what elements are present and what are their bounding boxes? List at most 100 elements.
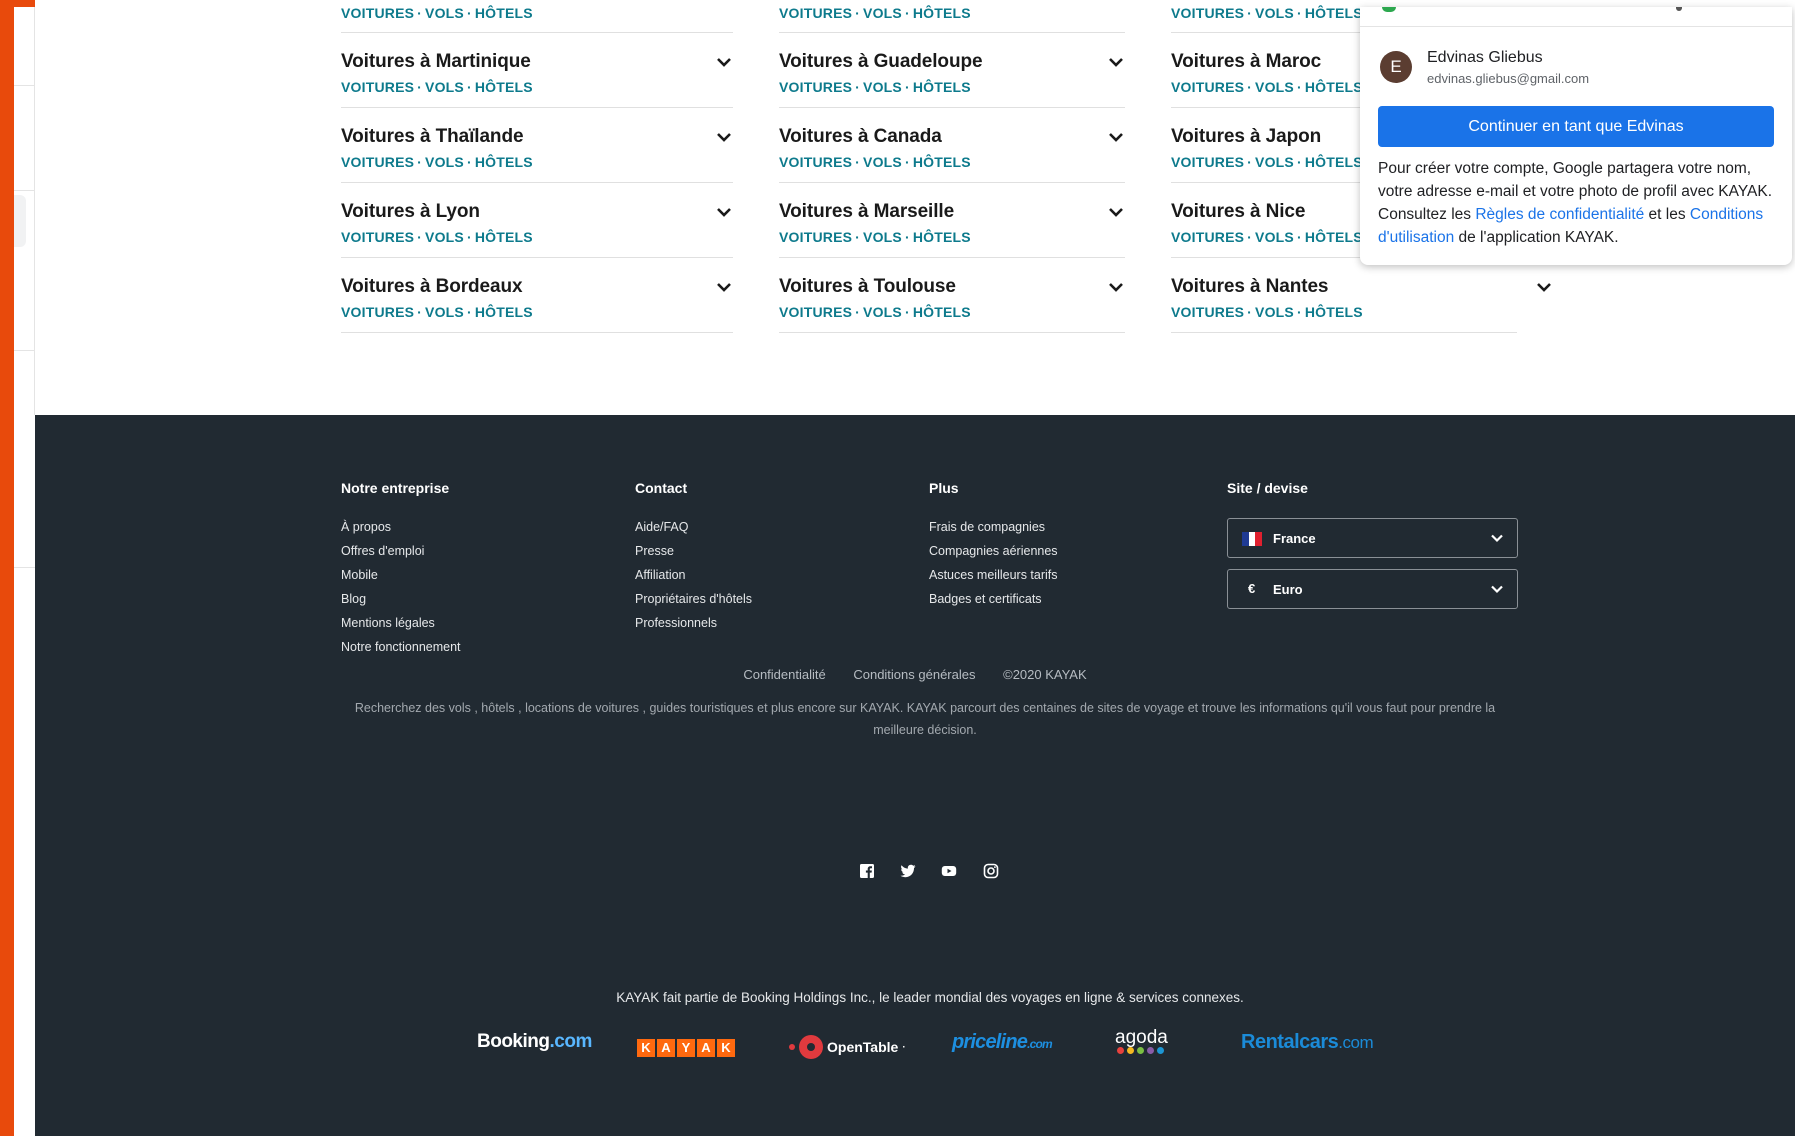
cars-link[interactable]: VOITURES bbox=[1171, 79, 1244, 95]
flights-link[interactable]: VOLS bbox=[1255, 5, 1294, 21]
destination-title[interactable]: Voitures à Japon bbox=[1171, 126, 1321, 148]
chevron-down-icon[interactable] bbox=[715, 203, 733, 221]
flights-link[interactable]: VOLS bbox=[1255, 304, 1294, 320]
cars-link[interactable]: VOITURES bbox=[779, 304, 852, 320]
destination-title[interactable]: Voitures à Thaïlande bbox=[341, 126, 524, 148]
hotels-link[interactable]: HÔTELS bbox=[913, 229, 971, 245]
chevron-down-icon[interactable] bbox=[715, 278, 733, 296]
hotels-link[interactable]: HÔTELS bbox=[1305, 229, 1363, 245]
flights-link[interactable]: VOLS bbox=[425, 154, 464, 170]
footer-link-press[interactable]: Presse bbox=[635, 544, 752, 558]
destination-title[interactable]: Voitures à Maroc bbox=[1171, 51, 1321, 73]
kayak-logo[interactable]: K A Y A K bbox=[637, 1039, 735, 1057]
sidebar-handle[interactable] bbox=[14, 195, 26, 247]
hotels-link[interactable]: HÔTELS bbox=[1305, 304, 1363, 320]
booking-logo[interactable]: Booking.com bbox=[477, 1031, 592, 1053]
currency-select[interactable]: € Euro bbox=[1227, 569, 1518, 609]
footer-link-tips[interactable]: Astuces meilleurs tarifs bbox=[929, 568, 1058, 582]
footer-link-affiliate[interactable]: Affiliation bbox=[635, 568, 752, 582]
destination-title[interactable]: Voitures à Nantes bbox=[1171, 276, 1328, 298]
hotels-link[interactable]: HÔTELS bbox=[1305, 79, 1363, 95]
flights-link[interactable]: VOLS bbox=[1255, 229, 1294, 245]
flights-link[interactable]: VOLS bbox=[863, 154, 902, 170]
cars-link[interactable]: VOITURES bbox=[1171, 229, 1244, 245]
destination-card[interactable]: Voitures à Toulouse VOITURES · VOLS · HÔTELS bbox=[779, 258, 1125, 333]
cars-link[interactable]: VOITURES bbox=[779, 229, 852, 245]
chevron-down-icon[interactable] bbox=[715, 53, 733, 71]
destination-card[interactable]: Voitures à Canada VOITURES · VOLS · HÔTELS bbox=[779, 108, 1125, 183]
destination-card[interactable]: Voitures à Thaïlande VOITURES · VOLS · HÔTEL… bbox=[341, 108, 733, 183]
instagram-icon[interactable] bbox=[983, 863, 999, 879]
destination-title[interactable]: Voitures à Marseille bbox=[779, 201, 954, 223]
destination-title[interactable]: Voitures à Canada bbox=[779, 126, 942, 148]
opentable-logo[interactable]: OpenTable · bbox=[789, 1035, 906, 1059]
destination-card[interactable]: Voitures à Nantes VOITURES · VOLS · HÔTELS bbox=[1171, 258, 1551, 333]
flights-link[interactable]: VOLS bbox=[425, 79, 464, 95]
hotels-link[interactable]: HÔTELS bbox=[1305, 154, 1363, 170]
agoda-logo[interactable]: agoda bbox=[1115, 1027, 1168, 1054]
flights-link[interactable]: VOLS bbox=[425, 5, 464, 21]
hotels-link[interactable]: HÔTELS bbox=[475, 154, 533, 170]
destination-title[interactable]: Voitures à Guadeloupe bbox=[779, 51, 983, 73]
flights-link[interactable]: VOLS bbox=[425, 229, 464, 245]
chevron-down-icon[interactable] bbox=[715, 128, 733, 146]
hotels-link[interactable]: HÔTELS bbox=[913, 154, 971, 170]
privacy-policy-link[interactable]: Règles de confidentialité bbox=[1475, 206, 1644, 223]
destination-card[interactable]: Voitures à Lyon VOITURES · VOLS · HÔTELS bbox=[341, 183, 733, 258]
cars-link[interactable]: VOITURES bbox=[779, 79, 852, 95]
priceline-logo[interactable]: priceline.com bbox=[952, 1031, 1053, 1054]
continue-as-button[interactable]: Continuer en tant que Edvinas bbox=[1378, 106, 1774, 147]
destination-card[interactable]: Voitures à Bordeaux VOITURES · VOLS · HÔTELS bbox=[341, 258, 733, 333]
destination-title[interactable]: Voitures à Martinique bbox=[341, 51, 531, 73]
hotels-link[interactable]: HÔTELS bbox=[913, 5, 971, 21]
hotels-link[interactable]: HÔTELS bbox=[913, 79, 971, 95]
flights-link[interactable]: VOLS bbox=[863, 5, 902, 21]
flights-link[interactable]: VOLS bbox=[1255, 154, 1294, 170]
footer-link-business[interactable]: Professionnels bbox=[635, 616, 752, 630]
destination-title[interactable]: Voitures à Lyon bbox=[341, 201, 480, 223]
footer-link-hotel-owners[interactable]: Propriétaires d'hôtels bbox=[635, 592, 752, 606]
destination-card[interactable]: Voitures à Martinique VOITURES · VOLS · HÔTE… bbox=[341, 33, 733, 108]
cars-link[interactable]: VOITURES bbox=[341, 79, 414, 95]
destination-title[interactable]: Voitures à Toulouse bbox=[779, 276, 956, 298]
destination-title[interactable]: Voitures à Nice bbox=[1171, 201, 1305, 223]
close-icon[interactable] bbox=[1676, 7, 1682, 11]
flights-link[interactable]: VOLS bbox=[863, 79, 902, 95]
cars-link[interactable]: VOITURES bbox=[341, 5, 414, 21]
footer-link-fees[interactable]: Frais de compagnies bbox=[929, 520, 1058, 534]
footer-link-jobs[interactable]: Offres d'emploi bbox=[341, 544, 461, 558]
chevron-down-icon[interactable] bbox=[1107, 53, 1125, 71]
chevron-down-icon[interactable] bbox=[1535, 278, 1553, 296]
twitter-icon[interactable] bbox=[900, 863, 916, 879]
footer-link-badges[interactable]: Badges et certificats bbox=[929, 592, 1058, 606]
flights-link[interactable]: VOLS bbox=[425, 304, 464, 320]
hotels-link[interactable]: HÔTELS bbox=[913, 304, 971, 320]
cars-link[interactable]: VOITURES bbox=[1171, 5, 1244, 21]
destination-title[interactable]: Voitures à Bordeaux bbox=[341, 276, 523, 298]
terms-link[interactable]: Conditions générales bbox=[853, 667, 975, 682]
cars-link[interactable]: VOITURES bbox=[779, 154, 852, 170]
footer-link-legal[interactable]: Mentions légales bbox=[341, 616, 461, 630]
hotels-link[interactable]: HÔTELS bbox=[475, 304, 533, 320]
cars-link[interactable]: VOITURES bbox=[779, 5, 852, 21]
hotels-link[interactable]: HÔTELS bbox=[475, 229, 533, 245]
country-select[interactable]: France bbox=[1227, 518, 1518, 558]
chevron-down-icon[interactable] bbox=[1107, 278, 1125, 296]
destination-card[interactable]: Voitures à Marseille VOITURES · VOLS · HÔTEL… bbox=[779, 183, 1125, 258]
footer-link-help[interactable]: Aide/FAQ bbox=[635, 520, 752, 534]
privacy-link[interactable]: Confidentialité bbox=[743, 667, 825, 682]
footer-link-blog[interactable]: Blog bbox=[341, 592, 461, 606]
cars-link[interactable]: VOITURES bbox=[1171, 154, 1244, 170]
cars-link[interactable]: VOITURES bbox=[341, 154, 414, 170]
hotels-link[interactable]: HÔTELS bbox=[1305, 5, 1363, 21]
flights-link[interactable]: VOLS bbox=[1255, 79, 1294, 95]
cars-link[interactable]: VOITURES bbox=[341, 304, 414, 320]
flights-link[interactable]: VOLS bbox=[863, 229, 902, 245]
footer-link-how-it-works[interactable]: Notre fonctionnement bbox=[341, 640, 461, 654]
footer-link-airlines[interactable]: Compagnies aériennes bbox=[929, 544, 1058, 558]
footer-link-mobile[interactable]: Mobile bbox=[341, 568, 461, 582]
chevron-down-icon[interactable] bbox=[1107, 128, 1125, 146]
rentalcars-logo[interactable]: Rentalcars.com bbox=[1241, 1031, 1374, 1054]
cars-link[interactable]: VOITURES bbox=[341, 229, 414, 245]
destination-card[interactable]: Voitures à Guadeloupe VOITURES · VOLS · HÔTE… bbox=[779, 33, 1125, 108]
